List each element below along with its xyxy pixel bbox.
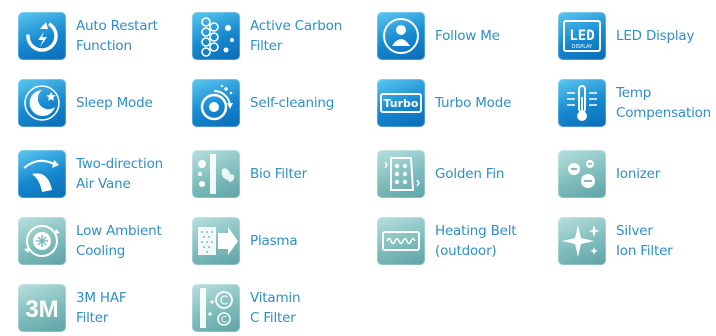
feature-label: Turbo Mode [435, 95, 512, 111]
vitamin-c-icon: CC [192, 284, 240, 332]
feature-active-carbon: Active Carbon Filter [192, 12, 342, 60]
feature-self-cleaning: Self-cleaning [192, 79, 334, 127]
feature-label: Heating Belt (outdoor) [435, 223, 517, 259]
feature-label: Active Carbon Filter [250, 18, 343, 54]
feature-label: LED Display [616, 28, 695, 44]
feature-heating-belt: Heating Belt (outdoor) [377, 217, 517, 265]
golden-fin-icon [377, 150, 425, 198]
feature-follow-me: Follow Me [377, 12, 500, 60]
feature-ionizer: Ionizer [558, 150, 660, 198]
vitamin-c-icon-text-small: C [221, 316, 227, 326]
feature-grid: Auto Restart Function Active Carbon Filt… [0, 0, 716, 336]
feature-label: 3M HAF Filter [76, 290, 127, 326]
feature-label: Plasma [250, 233, 298, 249]
self-clean-fan-icon [192, 79, 240, 127]
feature-label: Two-direction Air Vane [76, 156, 163, 192]
feature-led-display: LED DISPLAY LED Display [558, 12, 695, 60]
feature-label: Self-cleaning [250, 95, 335, 111]
feature-golden-fin: Golden Fin [377, 150, 504, 198]
3m-logo-icon: 3M [18, 284, 66, 332]
thermometer-icon [558, 79, 606, 127]
air-vane-icon [18, 150, 66, 198]
feature-silver-ion-filter: Silver Ion Filter [558, 217, 673, 265]
led-icon-text: LED [569, 28, 594, 44]
plasma-icon [192, 217, 240, 265]
feature-label: Auto Restart Function [76, 18, 158, 54]
feature-label: Vitamin C Filter [250, 290, 301, 326]
heating-belt-icon [377, 217, 425, 265]
feature-label: Sleep Mode [76, 95, 153, 111]
feature-turbo-mode: Turbo Turbo Mode [377, 79, 511, 127]
feature-label: Follow Me [435, 28, 500, 44]
feature-temp-compensation: Temp Compensation [558, 79, 711, 127]
power-cycle-icon [18, 12, 66, 60]
person-icon [377, 12, 425, 60]
bio-filter-icon [192, 150, 240, 198]
led-display-icon: LED DISPLAY [558, 12, 606, 60]
feature-label: Temp Compensation [616, 85, 712, 121]
3m-icon-text: 3M [25, 296, 58, 323]
low-ambient-icon [18, 217, 66, 265]
turbo-icon: Turbo [377, 79, 425, 127]
feature-sleep-mode: Sleep Mode [18, 79, 153, 127]
feature-plasma: Plasma [192, 217, 298, 265]
feature-vitamin-c-filter: CC Vitamin C Filter [192, 284, 301, 332]
carbon-hexagons-icon [192, 12, 240, 60]
vitamin-c-icon-text: C [220, 294, 228, 308]
ionizer-icon [558, 150, 606, 198]
feature-auto-restart: Auto Restart Function [18, 12, 158, 60]
feature-label: Low Ambient Cooling [76, 223, 162, 259]
feature-3m-haf-filter: 3M 3M HAF Filter [18, 284, 127, 332]
silver-ion-icon [558, 217, 606, 265]
led-icon-subtext: DISPLAY [572, 44, 593, 50]
feature-label: Silver Ion Filter [616, 223, 673, 259]
turbo-icon-text: Turbo [384, 97, 419, 110]
moon-star-icon [18, 79, 66, 127]
feature-label: Ionizer [616, 166, 661, 182]
feature-label: Golden Fin [435, 166, 505, 182]
feature-bio-filter: Bio Filter [192, 150, 307, 198]
feature-low-ambient-cooling: Low Ambient Cooling [18, 217, 162, 265]
feature-label: Bio Filter [250, 166, 307, 182]
feature-two-direction-air-vane: Two-direction Air Vane [18, 150, 163, 198]
